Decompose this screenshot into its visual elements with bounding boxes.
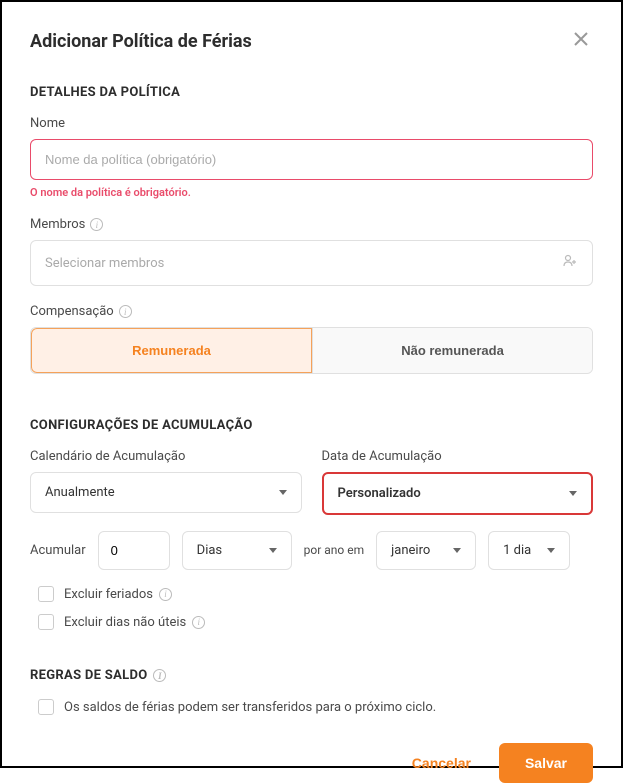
exclude-holidays-label: Excluir feriados i [64, 587, 172, 602]
compensation-toggle: Remunerada Não remunerada [30, 327, 593, 374]
accrual-calendar-col: Calendário de Acumulação Anualmente [30, 449, 302, 515]
save-button[interactable]: Salvar [499, 743, 593, 783]
section-policy-details: DETALHES DA POLÍTICA [30, 85, 593, 100]
section-balance-rules: REGRAS DE SALDO i [30, 668, 593, 683]
accrual-row: Calendário de Acumulação Anualmente Data… [30, 449, 593, 515]
exclude-nonwork-checkbox[interactable] [38, 614, 54, 630]
info-icon: i [159, 588, 172, 601]
chevron-down-icon [569, 491, 577, 496]
info-icon: i [90, 218, 103, 231]
month-dropdown[interactable]: janeiro [376, 531, 476, 570]
unit-dropdown[interactable]: Dias [182, 531, 292, 570]
info-icon: i [119, 305, 132, 318]
accrual-calendar-label: Calendário de Acumulação [30, 449, 302, 464]
name-error: O nome da política é obrigatório. [30, 186, 593, 199]
compensation-label: Compensação i [30, 304, 593, 319]
field-members: Membros i Selecionar membros [30, 217, 593, 286]
info-icon: i [192, 616, 205, 629]
chevron-down-icon [279, 490, 287, 495]
carry-over-label: Os saldos de férias podem ser transferid… [64, 700, 436, 715]
accumulate-label: Acumular [30, 543, 86, 558]
cancel-button[interactable]: Cancelar [392, 743, 491, 783]
name-input[interactable] [30, 139, 593, 180]
exclude-nonwork-row: Excluir dias não úteis i [30, 614, 593, 630]
per-year-label: por ano em [304, 543, 365, 559]
section-accrual-settings: CONFIGURAÇÕES DE ACUMULAÇÃO [30, 418, 593, 433]
day-dropdown[interactable]: 1 dia [488, 531, 570, 570]
members-select[interactable]: Selecionar membros [30, 240, 593, 286]
add-user-icon [562, 253, 578, 273]
modal-container: Adicionar Política de Férias DETALHES DA… [0, 0, 623, 768]
field-compensation: Compensação i Remunerada Não remunerada [30, 304, 593, 374]
exclude-holidays-checkbox[interactable] [38, 586, 54, 602]
info-icon: i [153, 669, 166, 682]
chevron-down-icon [269, 548, 277, 553]
exclude-holidays-row: Excluir feriados i [30, 586, 593, 602]
members-placeholder: Selecionar membros [45, 256, 164, 271]
toggle-unpaid[interactable]: Não remunerada [312, 328, 592, 373]
accrual-date-label: Data de Acumulação [322, 449, 594, 464]
close-button[interactable] [569, 26, 593, 57]
modal-header: Adicionar Política de Férias [30, 26, 593, 57]
carry-over-row: Os saldos de férias podem ser transferid… [30, 699, 593, 715]
toggle-paid[interactable]: Remunerada [31, 328, 312, 373]
members-label: Membros i [30, 217, 593, 232]
accumulate-row: Acumular Dias por ano em janeiro 1 dia [30, 531, 593, 570]
chevron-down-icon [547, 548, 555, 553]
modal-footer: Cancelar Salvar [30, 727, 593, 783]
accumulate-input[interactable] [98, 531, 170, 570]
exclude-nonwork-label: Excluir dias não úteis i [64, 615, 205, 630]
name-label: Nome [30, 116, 593, 131]
field-name: Nome O nome da política é obrigatório. [30, 116, 593, 199]
modal-title: Adicionar Política de Férias [30, 31, 252, 52]
carry-over-checkbox[interactable] [38, 699, 54, 715]
close-icon [573, 31, 589, 47]
accrual-date-dropdown[interactable]: Personalizado [322, 472, 594, 515]
chevron-down-icon [453, 548, 461, 553]
accrual-date-col: Data de Acumulação Personalizado [322, 449, 594, 515]
accrual-calendar-dropdown[interactable]: Anualmente [30, 472, 302, 513]
